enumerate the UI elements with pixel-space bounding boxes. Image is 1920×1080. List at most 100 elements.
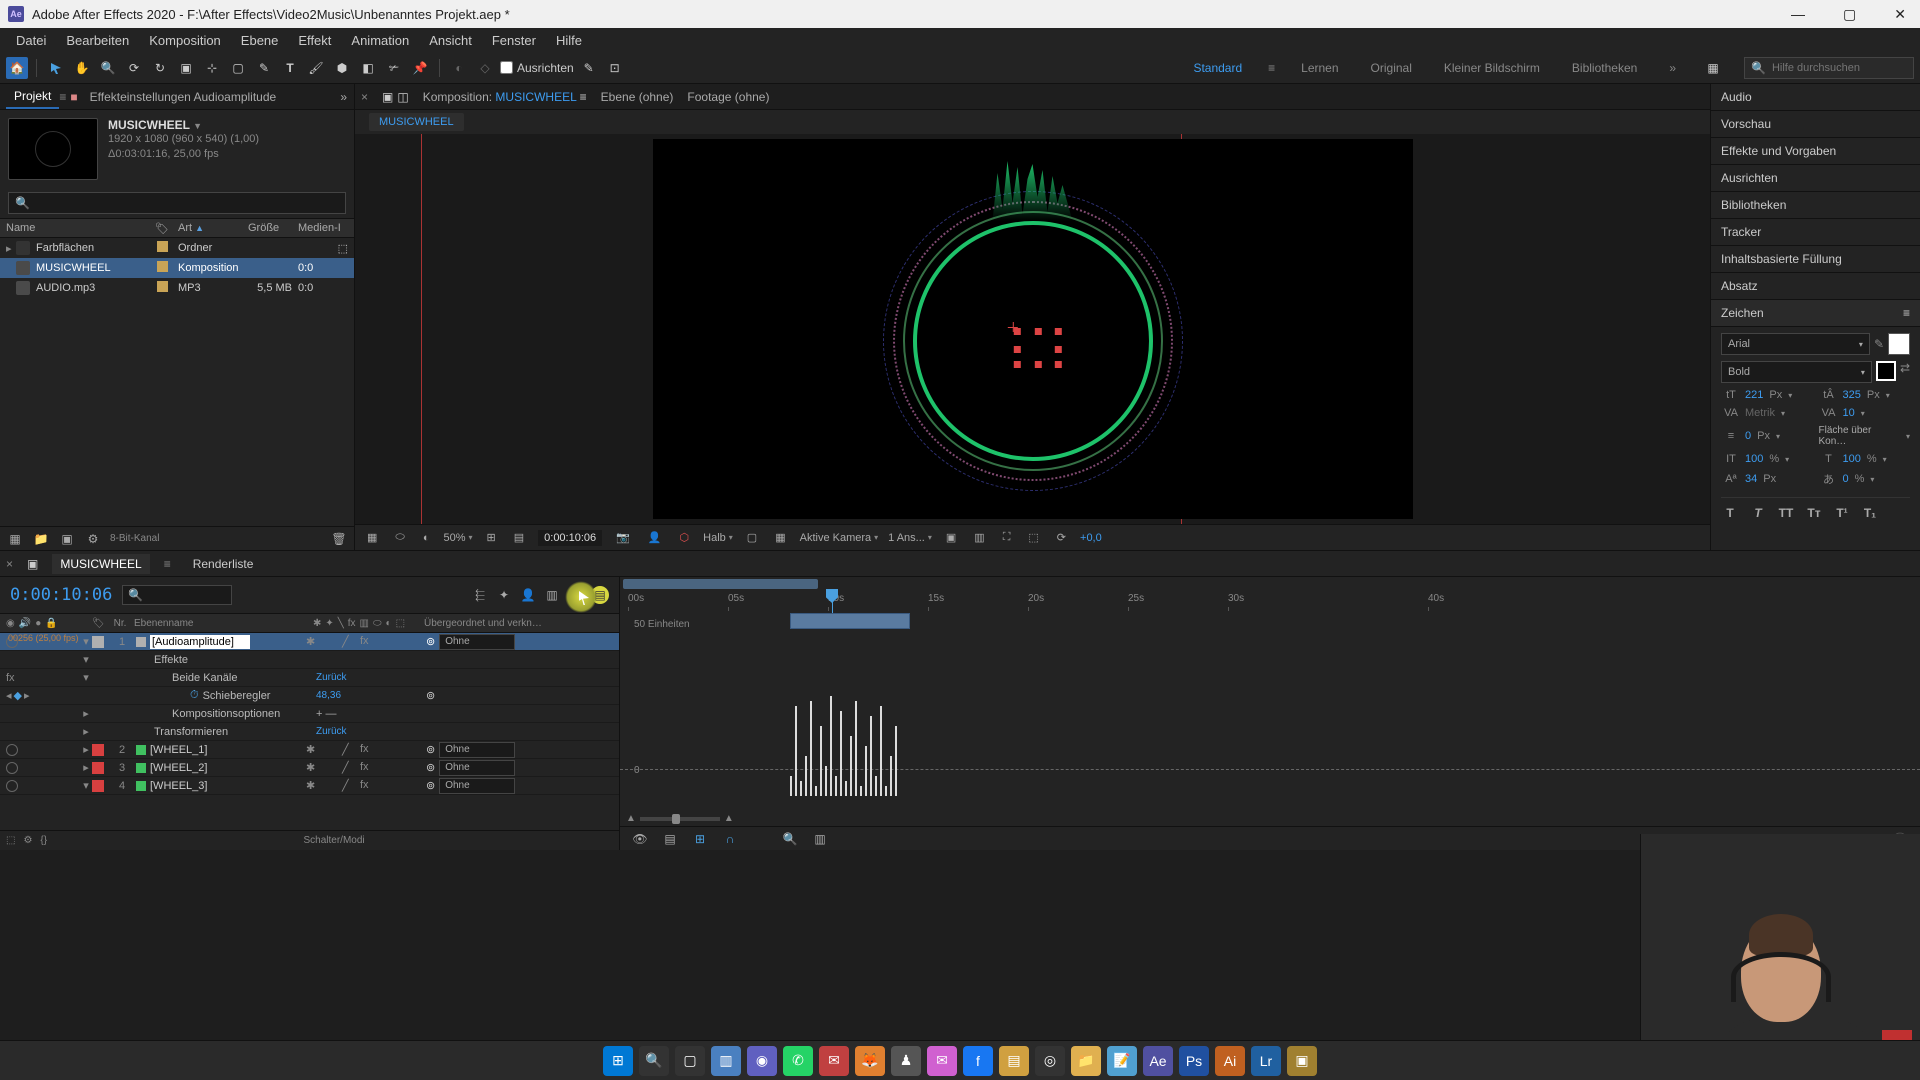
leading-value[interactable]: 325 <box>1843 389 1861 401</box>
menu-hilfe[interactable]: Hilfe <box>546 30 592 51</box>
motion-blur-button[interactable]: ⬭ <box>567 586 585 604</box>
allcaps-button[interactable]: TT <box>1777 504 1795 522</box>
comp-flow-icon[interactable]: ◫ <box>397 90 408 104</box>
orbit-tool[interactable]: ⟳ <box>123 57 145 79</box>
pickwhip-icon[interactable]: ⊚ <box>426 743 435 756</box>
superscript-button[interactable]: T¹ <box>1833 504 1851 522</box>
stamp-tool[interactable]: ⬢ <box>331 57 353 79</box>
sw-frameblend-icon[interactable]: ▥ <box>360 618 369 629</box>
taskbar-whatsapp[interactable]: ✆ <box>783 1046 813 1076</box>
switches-modes-toggle[interactable]: Schalter/Modi <box>55 835 613 846</box>
taskbar-search[interactable]: 🔍 <box>639 1046 669 1076</box>
tab-ebene[interactable]: Ebene (ohne) <box>601 90 674 104</box>
taskbar-illustrator[interactable]: Ai <box>1215 1046 1245 1076</box>
sw-quality-icon[interactable]: ╲ <box>338 618 344 629</box>
baseline-value[interactable]: 34 <box>1745 473 1757 485</box>
snap-option[interactable]: ✎ <box>578 57 600 79</box>
panel-inhalt[interactable]: Inhaltsbasierte Füllung <box>1711 246 1920 273</box>
menu-animation[interactable]: Animation <box>341 30 419 51</box>
workspace-more[interactable]: » <box>1663 57 1682 79</box>
label-color-1[interactable] <box>92 636 104 648</box>
comp-options-row[interactable]: ▸ Kompositionsoptionen + — <box>0 705 619 723</box>
panel-bibliotheken[interactable]: Bibliotheken <box>1711 192 1920 219</box>
timeline-search-input[interactable] <box>143 590 226 601</box>
label-color-3[interactable] <box>92 762 104 774</box>
eye-graph-button[interactable]: 👁 <box>630 829 650 849</box>
faux-italic-button[interactable]: T <box>1749 504 1767 522</box>
taskbar-app2[interactable]: ♟ <box>891 1046 921 1076</box>
eye-toggle[interactable] <box>6 744 18 756</box>
maximize-button[interactable]: ▢ <box>1837 4 1862 25</box>
label-header-icon[interactable]: 🏷 <box>92 618 105 629</box>
panel-zeichen[interactable]: Zeichen≡ <box>1711 300 1920 327</box>
align-checkbox-input[interactable] <box>500 61 513 74</box>
panel-more[interactable]: » <box>340 90 348 104</box>
tool-option-2[interactable]: ◇ <box>474 57 496 79</box>
layer-row-1[interactable]: ▾ 1 ✱╱fx ⊚Ohne <box>0 633 619 651</box>
color-button[interactable]: ⬡ <box>676 529 694 546</box>
close-timeline-tab[interactable]: × <box>6 557 13 571</box>
graph-type-button[interactable]: ▤ <box>660 829 680 849</box>
graph-snap-button[interactable]: ∩ <box>720 829 740 849</box>
brush-tool[interactable]: 🖌 <box>305 57 327 79</box>
toggle-1[interactable]: ⬚ <box>6 835 15 846</box>
eyedropper-icon[interactable]: ✎ <box>1874 337 1884 351</box>
camera-dropdown[interactable]: Aktive Kamera <box>800 532 879 544</box>
graph-autozoom-button[interactable]: 🔍 <box>780 829 800 849</box>
tracking-value[interactable]: 10 <box>1843 407 1855 419</box>
layer-row-3[interactable]: ▸ 3 [WHEEL_2] ✱╱fx ⊚Ohne <box>0 759 619 777</box>
workspace-klein[interactable]: Kleiner Bildschirm <box>1438 57 1546 79</box>
interpret-footage-button[interactable]: ▦ <box>6 530 24 548</box>
workspace-biblio[interactable]: Bibliotheken <box>1566 57 1643 79</box>
layer-row-4[interactable]: ▾ 4 [WHEEL_3] ✱╱fx ⊚Ohne <box>0 777 619 795</box>
eraser-tool[interactable]: ◧ <box>357 57 379 79</box>
bit-depth-label[interactable]: 8-Bit-Kanal <box>110 533 159 544</box>
safe-zones-button[interactable]: ⊞ <box>483 529 500 546</box>
col-ebenenname[interactable]: Ebenenname <box>134 618 294 629</box>
eye-toggle[interactable] <box>6 762 18 774</box>
snapshot-button[interactable]: 📷 <box>612 529 634 546</box>
tsume-value[interactable]: 0 <box>1843 473 1849 485</box>
menu-fenster[interactable]: Fenster <box>482 30 546 51</box>
parent-dropdown-1[interactable]: Ohne <box>439 634 515 650</box>
timeline-timecode[interactable]: 0:00:10:06 <box>10 585 112 605</box>
faux-bold-button[interactable]: T <box>1721 504 1739 522</box>
menu-datei[interactable]: Datei <box>6 30 56 51</box>
shy-button[interactable]: 👤 <box>519 586 537 604</box>
panel-effekte[interactable]: Effekte und Vorgaben <box>1711 138 1920 165</box>
layer-bar-1[interactable] <box>790 613 910 629</box>
transparency-button[interactable]: ▦ <box>771 529 789 546</box>
view2-button[interactable]: ▥ <box>970 529 988 546</box>
refresh-button[interactable]: ⟳ <box>1053 529 1070 546</box>
reset-link-2[interactable]: Zurück <box>316 726 347 737</box>
timeline-tracks-area[interactable]: 00s05s10s15s20s25s30s40s 50 Einheiten 0 … <box>620 577 1920 850</box>
toggle-2[interactable]: ⚙ <box>23 835 32 846</box>
toggle-3[interactable]: {} <box>40 835 47 846</box>
frame-blend-button[interactable]: ▥ <box>543 586 561 604</box>
menu-effekt[interactable]: Effekt <box>288 30 341 51</box>
panel-vorschau[interactable]: Vorschau <box>1711 111 1920 138</box>
panel-tracker[interactable]: Tracker <box>1711 219 1920 246</box>
project-search[interactable]: 🔍 <box>8 192 346 214</box>
shape-tool[interactable]: ▢ <box>227 57 249 79</box>
label-color-2[interactable] <box>92 744 104 756</box>
menu-komposition[interactable]: Komposition <box>139 30 231 51</box>
view4-button[interactable]: ⬚ <box>1024 529 1042 546</box>
stroke-color-chip[interactable] <box>1876 361 1896 381</box>
pickwhip-icon[interactable]: ⊚ <box>426 779 435 792</box>
project-search-input[interactable] <box>30 197 339 209</box>
col-art[interactable]: Art <box>178 222 192 234</box>
zoom-slider-handle[interactable] <box>672 814 680 824</box>
draft3d-button[interactable]: ✦ <box>495 586 513 604</box>
exposure-value[interactable]: +0,0 <box>1080 532 1102 544</box>
graph-editor-button[interactable]: ▤ <box>591 586 609 604</box>
taskbar-firefox[interactable]: 🦊 <box>855 1046 885 1076</box>
work-area-bar[interactable] <box>623 579 818 589</box>
menu-bearbeiten[interactable]: Bearbeiten <box>56 30 139 51</box>
taskbar-explorer[interactable]: 📁 <box>1071 1046 1101 1076</box>
layer-row-2[interactable]: ▸ 2 [WHEEL_1] ✱╱fx ⊚Ohne <box>0 741 619 759</box>
project-row-musicwheel[interactable]: MUSICWHEEL Komposition 0:0 <box>0 258 354 278</box>
taskbar-facebook[interactable]: f <box>963 1046 993 1076</box>
panel-ausrichten[interactable]: Ausrichten <box>1711 165 1920 192</box>
vscale-value[interactable]: 100 <box>1745 453 1763 465</box>
